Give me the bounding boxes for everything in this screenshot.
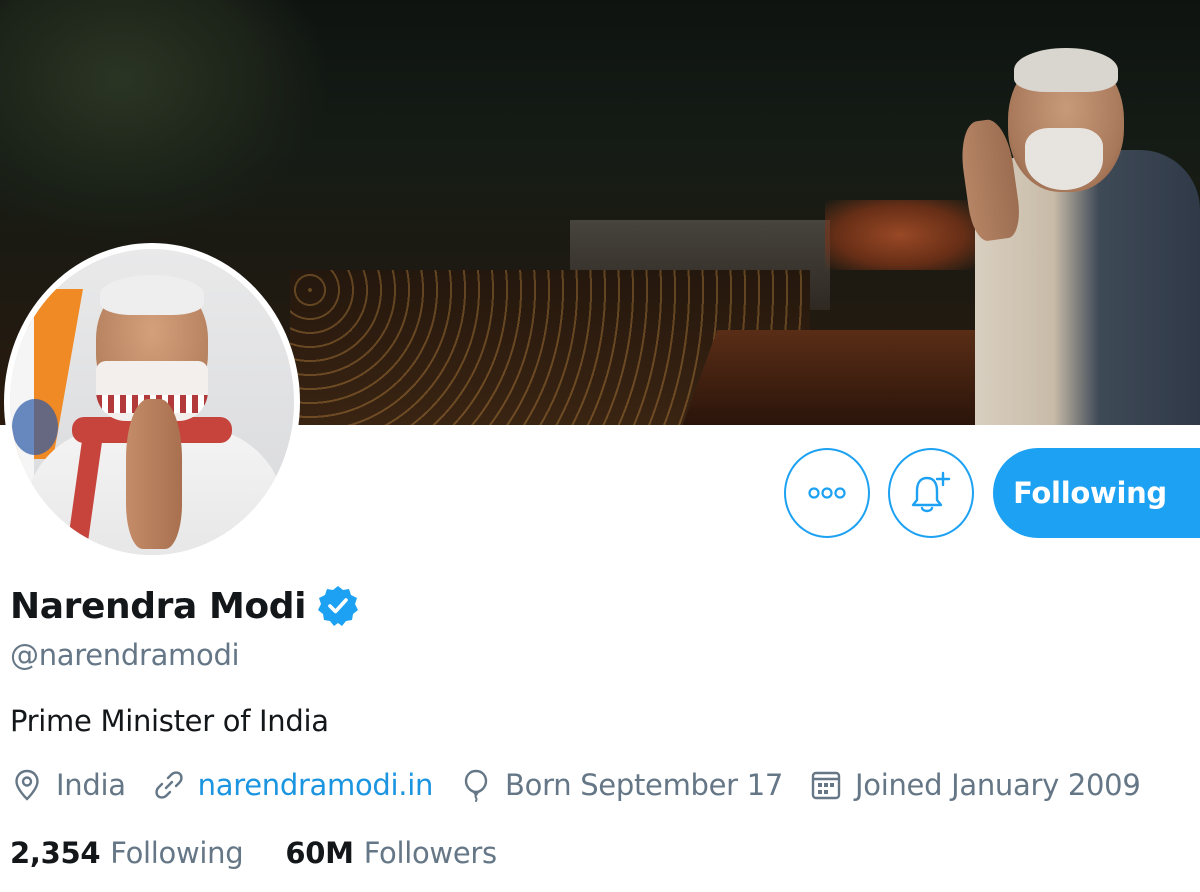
profile-handle: @narendramodi	[10, 638, 240, 672]
following-button[interactable]: Following	[993, 448, 1200, 538]
joined-text: Joined January 2009	[855, 768, 1141, 802]
location-text: India	[56, 768, 126, 802]
website-item[interactable]: narendramodi.in	[152, 768, 433, 802]
link-icon	[155, 771, 183, 799]
notifications-button[interactable]	[888, 448, 974, 538]
avatar-photo	[10, 249, 294, 555]
banner-person-hair	[1014, 48, 1118, 92]
birthday-text: Born September 17	[505, 768, 784, 802]
more-horizontal-icon	[808, 487, 846, 499]
bell-plus-icon	[911, 471, 951, 513]
verified-badge-icon	[318, 586, 359, 626]
banner-person-beard	[1025, 128, 1103, 190]
following-count: 2,354	[10, 836, 101, 870]
calendar-icon	[811, 771, 841, 800]
balloon-icon	[464, 769, 488, 802]
followers-count: 60M	[285, 836, 354, 870]
avatar-flag-chakra	[12, 399, 58, 455]
followers-label: Followers	[363, 836, 497, 870]
following-label: Following	[110, 836, 244, 870]
map-pin-icon	[15, 769, 39, 801]
location-item: India	[10, 768, 126, 802]
display-name: Narendra Modi	[10, 585, 307, 627]
banner-decoration	[825, 200, 975, 270]
avatar-hands	[126, 399, 182, 549]
profile-bio: Prime Minister of India	[10, 704, 329, 738]
joined-item: Joined January 2009	[809, 768, 1141, 802]
following-stat[interactable]: 2,354 Following	[10, 836, 244, 870]
banner-stage	[682, 330, 1018, 425]
birthday-item: Born September 17	[459, 768, 783, 802]
profile-stats: 2,354 Following 60M Followers	[10, 836, 539, 870]
avatar-hair	[100, 275, 204, 315]
profile-avatar[interactable]	[4, 243, 300, 561]
profile-meta: India narendramodi.in Born September 17 …	[10, 768, 1166, 802]
banner-trees	[0, 0, 420, 270]
more-options-button[interactable]	[784, 448, 870, 538]
profile-name-row: Narendra Modi	[10, 584, 360, 628]
website-link[interactable]: narendramodi.in	[198, 768, 434, 802]
followers-stat[interactable]: 60M Followers	[285, 836, 497, 870]
